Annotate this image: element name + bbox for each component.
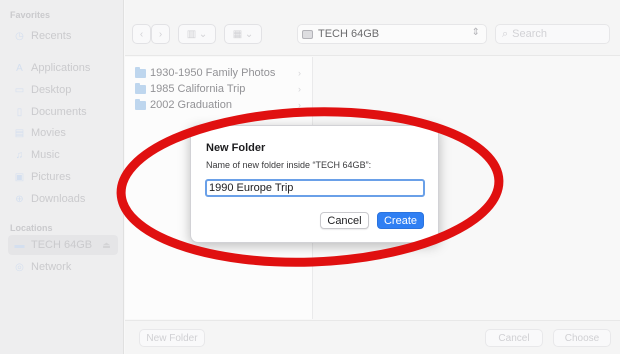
folder-name-input[interactable]: [205, 179, 425, 197]
create-button[interactable]: Create: [377, 212, 424, 229]
dialog-cancel-button[interactable]: Cancel: [320, 212, 369, 229]
new-folder-dialog: New Folder Name of new folder inside “TE…: [190, 125, 439, 243]
dialog-prompt: Name of new folder inside “TECH 64GB”:: [206, 160, 372, 170]
dialog-title: New Folder: [206, 142, 266, 154]
file-chooser-window: Favorites ◷ Recents A Applications ▭ Des…: [0, 0, 620, 354]
